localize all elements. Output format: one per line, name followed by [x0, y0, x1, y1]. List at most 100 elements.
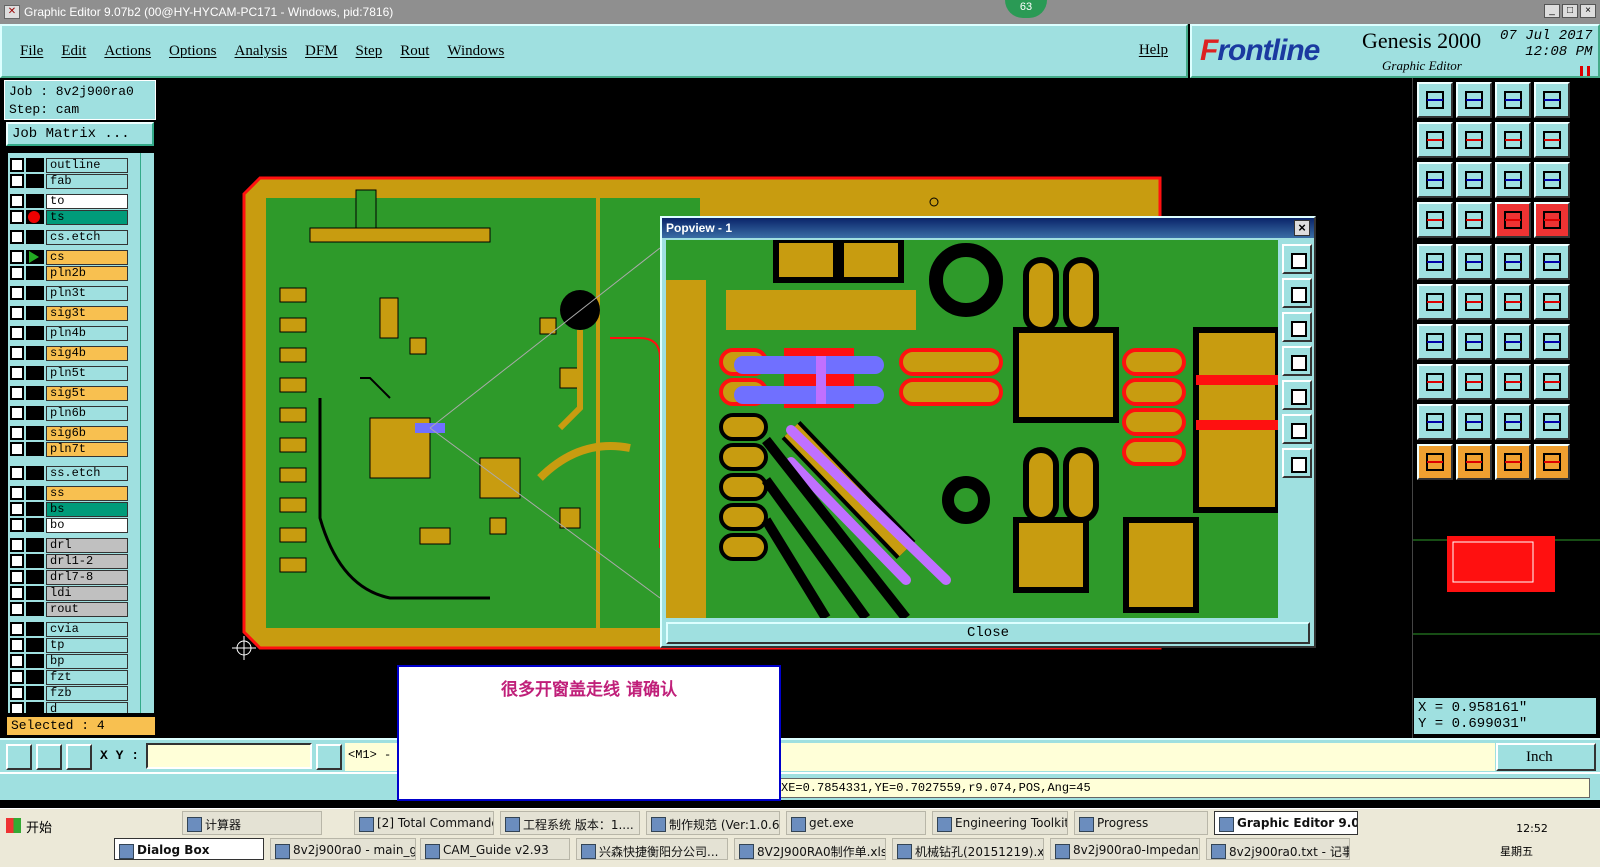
grid-icon[interactable] — [66, 744, 92, 770]
pointer-icon[interactable] — [1417, 444, 1453, 480]
layer-checkbox[interactable] — [10, 442, 24, 456]
layer-checkbox[interactable] — [10, 158, 24, 172]
layer-checkbox[interactable] — [10, 366, 24, 380]
layer-indicator[interactable] — [26, 210, 44, 224]
layer-checkbox[interactable] — [10, 406, 24, 420]
taskbar-item[interactable]: Graphic Editor 9.07... — [1214, 811, 1358, 835]
taskbar-item[interactable]: 8V2J900RA0制作单.xls ... — [734, 838, 886, 860]
layer-name[interactable]: sig3t — [46, 305, 128, 321]
layer-checkbox[interactable] — [10, 250, 24, 264]
layer-row[interactable]: sig3t — [10, 305, 128, 321]
layer-row[interactable]: pln7t — [10, 441, 128, 457]
taskbar-item[interactable]: 制作规范 (Ver:1.0.6) — [646, 811, 780, 835]
xy-input[interactable] — [146, 743, 312, 769]
layer-indicator[interactable] — [26, 702, 44, 713]
measure-icon[interactable] — [1495, 122, 1531, 158]
layer-indicator[interactable] — [26, 638, 44, 652]
layer-checkbox[interactable] — [10, 638, 24, 652]
copy-nets-icon[interactable] — [1495, 364, 1531, 400]
layer-indicator[interactable] — [26, 230, 44, 244]
start-button[interactable]: 开始 — [2, 813, 64, 837]
layer-row[interactable]: sig5t — [10, 385, 128, 401]
layer-row[interactable]: drl7-8 — [10, 569, 128, 585]
layer-checkbox[interactable] — [10, 306, 24, 320]
layer-name[interactable]: sig4b — [46, 345, 128, 361]
layer-checkbox[interactable] — [10, 486, 24, 500]
layer-row[interactable]: bp — [10, 653, 128, 669]
layer-name[interactable]: cvia — [46, 621, 128, 637]
layer-row[interactable]: pln4b — [10, 325, 128, 341]
layer-checkbox[interactable] — [10, 426, 24, 440]
taskbar-item[interactable]: 8v2j900ra0.txt - 记事本 — [1206, 838, 1350, 860]
delete-feature-icon[interactable] — [1417, 364, 1453, 400]
layer-indicator[interactable] — [26, 286, 44, 300]
move-2-icon[interactable] — [1534, 284, 1570, 320]
layer-indicator[interactable] — [26, 406, 44, 420]
layer-checkbox[interactable] — [10, 538, 24, 552]
layer-name[interactable]: drl — [46, 537, 128, 553]
menu-help[interactable]: Help — [1139, 42, 1168, 59]
select-d-icon[interactable] — [1534, 404, 1570, 440]
job-matrix-button[interactable]: Job Matrix ... — [6, 122, 154, 146]
layer-indicator[interactable] — [26, 502, 44, 516]
layer-indicator[interactable] — [26, 586, 44, 600]
layer-name[interactable]: pln4b — [46, 325, 128, 341]
layer-indicator[interactable] — [26, 386, 44, 400]
close-button[interactable]: × — [1580, 4, 1596, 18]
layer-checkbox[interactable] — [10, 326, 24, 340]
menu-analysis[interactable]: Analysis — [235, 43, 288, 60]
help-icon[interactable] — [1534, 162, 1570, 198]
menu-options[interactable]: Options — [169, 43, 217, 60]
layer-checkbox[interactable] — [10, 466, 24, 480]
taskbar-item[interactable]: Engineering Toolkit 9.... — [932, 811, 1068, 835]
layer-red-2-icon[interactable] — [1534, 202, 1570, 238]
layer-row[interactable]: to — [10, 193, 128, 209]
popview-zoom-in-button[interactable] — [1282, 414, 1312, 444]
layer-indicator[interactable] — [26, 442, 44, 456]
layer-name[interactable]: ts — [46, 209, 128, 225]
layer-indicator[interactable] — [26, 266, 44, 280]
taskbar-item[interactable]: [2] Total Commander ... — [354, 811, 494, 835]
edit-line-icon[interactable] — [1417, 324, 1453, 360]
units-selector[interactable]: Inch — [1496, 743, 1596, 771]
pan-right-icon[interactable] — [1456, 122, 1492, 158]
layer-indicator[interactable] — [26, 486, 44, 500]
layer-checkbox[interactable] — [10, 194, 24, 208]
reshape-icon[interactable] — [1534, 324, 1570, 360]
track-icon[interactable] — [1456, 202, 1492, 238]
popview-zoom-home-button[interactable] — [1282, 244, 1312, 274]
taskbar-item[interactable]: 兴森快捷衡阳分公司... — [576, 838, 728, 860]
layer-row[interactable]: ss — [10, 485, 128, 501]
layer-indicator[interactable] — [26, 466, 44, 480]
fit-screen-icon[interactable] — [1417, 162, 1453, 198]
popview-pan-right-button[interactable] — [1282, 380, 1312, 410]
layer-name[interactable]: rout — [46, 601, 128, 617]
layer-name[interactable]: sig5t — [46, 385, 128, 401]
layer-indicator[interactable] — [26, 174, 44, 188]
layer-name[interactable]: outline — [46, 157, 128, 173]
layer-row[interactable]: bo — [10, 517, 128, 533]
layer-indicator[interactable] — [26, 366, 44, 380]
popview-pan-left-button[interactable] — [1282, 346, 1312, 376]
pointer-move-icon[interactable] — [1534, 444, 1570, 480]
layer-name[interactable]: pln6b — [46, 405, 128, 421]
layer-indicator[interactable] — [26, 346, 44, 360]
layer-row[interactable]: cs — [10, 249, 128, 265]
taskbar-item[interactable]: 工程系统 版本：1.... — [500, 811, 640, 835]
layer-name[interactable]: fzb — [46, 685, 128, 701]
layer-indicator[interactable] — [26, 426, 44, 440]
draw-line-icon[interactable] — [1456, 324, 1492, 360]
layer-row[interactable]: pln6b — [10, 405, 128, 421]
popview-pan-down-button[interactable] — [1282, 312, 1312, 342]
popview-close-icon[interactable]: × — [1294, 220, 1310, 236]
menu-edit[interactable]: Edit — [61, 43, 86, 60]
layer-row[interactable]: cs.etch — [10, 229, 128, 245]
layer-name[interactable]: drl1-2 — [46, 553, 128, 569]
layer-row[interactable]: fzt — [10, 669, 128, 685]
layer-checkbox[interactable] — [10, 602, 24, 616]
layer-checkbox[interactable] — [10, 670, 24, 684]
layer-row[interactable]: bs — [10, 501, 128, 517]
cross-icon[interactable] — [1456, 284, 1492, 320]
layer-row[interactable]: pln5t — [10, 365, 128, 381]
snap-icon[interactable] — [1417, 202, 1453, 238]
